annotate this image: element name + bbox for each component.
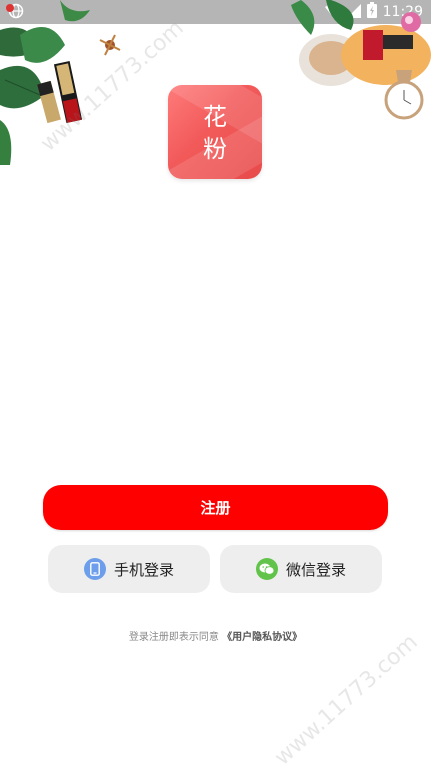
watermark-bottom: www.11773.com — [270, 629, 423, 771]
register-button[interactable]: 注册 — [43, 485, 388, 530]
phone-icon — [83, 558, 106, 580]
wechat-login-label: 微信登录 — [285, 560, 346, 579]
agreement-text: 登录注册即表示同意 《用户隐私协议》 — [0, 628, 431, 643]
phone-login-label: 手机登录 — [113, 560, 174, 579]
privacy-policy-link[interactable]: 《用户隐私协议》 — [222, 632, 302, 643]
logo-char-1: 花 — [203, 103, 227, 131]
wechat-icon — [255, 558, 278, 580]
decor-cosmetics-right — [291, 0, 431, 130]
app-logo: 花 粉 — [168, 85, 262, 179]
logo-char-2: 粉 — [203, 135, 227, 163]
agreement-prefix: 登录注册即表示同意 — [128, 632, 219, 643]
register-label: 注册 — [200, 499, 231, 517]
wechat-login-button[interactable]: 微信登录 — [220, 545, 382, 593]
phone-login-button[interactable]: 手机登录 — [48, 545, 210, 593]
